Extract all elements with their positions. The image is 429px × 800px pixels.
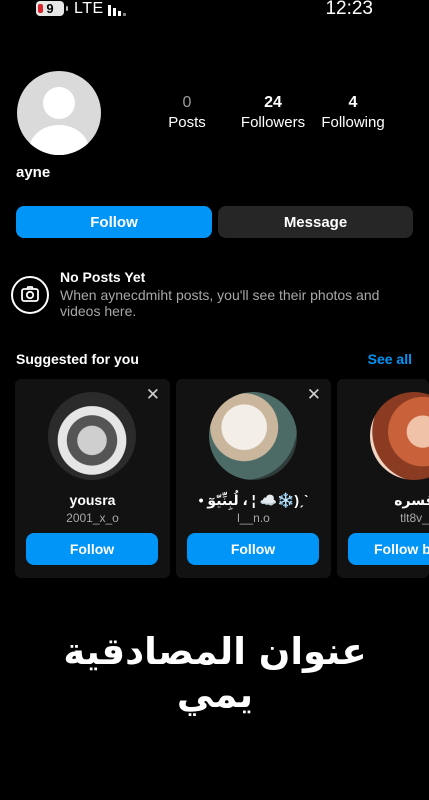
suggestion-follow-button[interactable]: Follow b: [348, 533, 429, 565]
following-count: 4: [348, 94, 358, 111]
network-type: LTE: [74, 0, 104, 17]
suggestion-card: ✕ • لُبِنِّيّوٓ ، ¦ ☁️❄️)ˏˋ l__n.o Follo…: [176, 379, 331, 578]
suggestion-name: قسره: [394, 492, 429, 508]
battery-indicator: 9: [36, 1, 68, 16]
followers-count: 24: [264, 94, 282, 111]
suggestion-avatar[interactable]: [48, 392, 136, 480]
suggestion-name: yousra: [69, 492, 116, 508]
following-label: Following: [321, 114, 385, 131]
posts-count: 0: [182, 94, 192, 111]
status-bar: 9 LTE 12:23: [0, 0, 429, 22]
suggested-title: Suggested for you: [16, 351, 139, 367]
suggestion-avatar[interactable]: [370, 392, 429, 480]
follow-button[interactable]: Follow: [16, 206, 212, 238]
no-posts-description: When aynecdmiht posts, you'll see their …: [60, 287, 380, 319]
close-icon[interactable]: ✕: [307, 385, 321, 405]
posts-stat: 0 Posts: [142, 94, 232, 131]
suggestion-handle: tlt8v_: [400, 511, 429, 525]
no-posts-title: No Posts Yet: [60, 269, 146, 285]
avatar[interactable]: [17, 71, 101, 155]
suggestion-card: ✕ yousra 2001_x_o Follow: [15, 379, 170, 578]
followers-label: Followers: [240, 114, 306, 131]
suggestion-card: قسره tlt8v_ Follow b: [337, 379, 429, 578]
suggestion-avatar[interactable]: [209, 392, 297, 480]
battery-level: 9: [46, 1, 54, 16]
status-time: 12:23: [325, 0, 373, 19]
suggestion-follow-button[interactable]: Follow: [26, 533, 158, 565]
suggestion-handle: 2001_x_o: [66, 511, 119, 525]
see-all-link[interactable]: See all: [368, 351, 412, 367]
suggestion-follow-button[interactable]: Follow: [187, 533, 319, 565]
message-button[interactable]: Message: [218, 206, 413, 238]
avatar-head: [43, 87, 75, 119]
close-icon[interactable]: ✕: [146, 385, 160, 405]
signal-icon: [108, 4, 128, 16]
posts-label: Posts: [168, 114, 206, 131]
suggestion-handle: l__n.o: [237, 511, 270, 525]
avatar-body: [29, 125, 89, 155]
suggestion-name: • لُبِنِّيّوٓ ، ¦ ☁️❄️)ˏˋ: [198, 492, 309, 508]
profile-username: ayne: [16, 164, 51, 181]
overlay-caption: عنوان المصادقية يمي: [63, 630, 367, 716]
following-stat[interactable]: 4 Following: [308, 94, 398, 131]
followers-stat[interactable]: 24 Followers: [228, 94, 318, 131]
camera-icon: [11, 276, 49, 314]
